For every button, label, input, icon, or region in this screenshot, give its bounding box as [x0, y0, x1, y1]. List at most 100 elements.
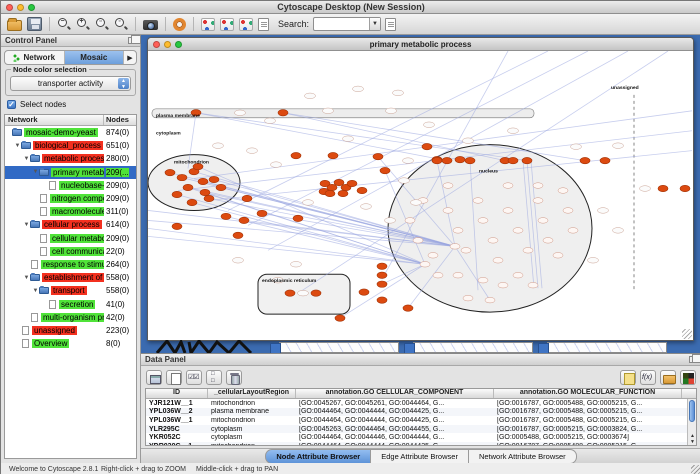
table-cell[interactable]: YDR039C__1 — [146, 443, 208, 445]
unselect-attributes-icon[interactable] — [206, 370, 222, 385]
tree-row[interactable]: ▼transport558(0) — [5, 284, 136, 297]
network-node[interactable] — [385, 218, 396, 224]
network-node[interactable] — [335, 315, 345, 321]
network-node[interactable] — [453, 228, 463, 234]
network-view-titlebar[interactable]: primary metabolic process — [148, 38, 693, 51]
network-node[interactable] — [311, 290, 321, 296]
network-node[interactable] — [298, 290, 309, 296]
search-dropdown-arrow[interactable]: ▼ — [369, 18, 380, 30]
table-cell[interactable]: YPL036W__1 — [146, 417, 208, 424]
network-node[interactable] — [303, 200, 314, 206]
table-cell[interactable]: [GO:0044464, GO:0044444, GO:0044425, G..… — [296, 417, 494, 424]
tree-row[interactable]: unassigned223(0) — [5, 324, 136, 337]
network-node[interactable] — [420, 261, 430, 267]
app-resize-grip[interactable] — [691, 465, 700, 474]
network-edge[interactable] — [196, 113, 527, 161]
network-node[interactable] — [247, 148, 258, 154]
network-node[interactable] — [377, 263, 387, 269]
table-cell[interactable]: YPL036W__2 — [146, 408, 208, 415]
heatmap-icon[interactable] — [680, 370, 696, 385]
tree-row[interactable]: ▼cellular process614(0) — [5, 218, 136, 231]
network-node[interactable] — [353, 86, 364, 92]
view-resize-grip[interactable] — [682, 329, 692, 339]
notes-icon[interactable] — [620, 370, 636, 385]
network-node[interactable] — [405, 218, 415, 224]
network-node[interactable] — [216, 184, 226, 190]
table-row[interactable]: YPL036W__1mitochondrion[GO:0044464, GO:0… — [146, 416, 696, 425]
network-node[interactable] — [478, 277, 488, 283]
network-node[interactable] — [640, 186, 651, 192]
search-options-icon[interactable] — [385, 18, 396, 31]
table-cell[interactable]: [GO:0045263, GO:0044464, GO:0044455, G..… — [296, 426, 494, 433]
network-node[interactable] — [563, 208, 573, 214]
network-node[interactable] — [334, 179, 344, 185]
network-node[interactable] — [278, 110, 288, 116]
network-node[interactable] — [323, 108, 334, 114]
import-table-icon[interactable] — [660, 370, 676, 385]
tree-row[interactable]: mosaic-demo-yeast874(0) — [5, 126, 136, 139]
network-node[interactable] — [613, 228, 624, 234]
network-node[interactable] — [305, 93, 316, 99]
zoom-selected-icon[interactable]: ▫ — [95, 17, 109, 31]
network-node[interactable] — [221, 213, 231, 219]
network-node[interactable] — [328, 152, 338, 158]
table-cell[interactable]: cytoplasm — [208, 426, 296, 433]
attribute-table-icon[interactable] — [146, 370, 162, 385]
network-node[interactable] — [450, 244, 460, 250]
network-node[interactable] — [338, 190, 348, 196]
network-node[interactable] — [498, 282, 508, 288]
select-attributes-icon[interactable] — [186, 370, 202, 385]
network-node[interactable] — [488, 238, 498, 244]
network-node[interactable] — [453, 272, 463, 278]
column-header-nodes[interactable]: Nodes — [104, 115, 136, 125]
table-cell[interactable]: [GO:0005488, GO:0005215, GO:0003674] — [494, 434, 682, 441]
network-node[interactable] — [533, 183, 543, 189]
tab-edge-attribute-browser[interactable]: Edge Attribute Browser — [371, 449, 469, 464]
network-node[interactable] — [291, 152, 301, 158]
table-cell[interactable]: YKR052C — [146, 434, 208, 441]
expander-icon[interactable]: ▼ — [14, 143, 21, 149]
table-cell[interactable]: YLR295C — [146, 426, 208, 433]
network-node[interactable] — [233, 257, 244, 263]
network-node[interactable] — [528, 282, 538, 288]
network-node[interactable] — [233, 232, 243, 238]
column-header-network[interactable]: Network — [5, 115, 104, 125]
network-node[interactable] — [513, 272, 523, 278]
table-row[interactable]: YPL036W__2plasma membrane[GO:0044464, GO… — [146, 408, 696, 417]
table-row[interactable]: YJR121W__1mitochondrion[GO:0045267, GO:0… — [146, 399, 696, 408]
network-node[interactable] — [172, 191, 182, 197]
network-node[interactable] — [403, 158, 414, 164]
table-row[interactable]: YLR295Ccytoplasm[GO:0045263, GO:0044464,… — [146, 425, 696, 434]
tab-network-attribute-browser[interactable]: Network Attribute Browser — [469, 449, 577, 464]
snapshot-icon[interactable] — [143, 20, 158, 30]
network-node[interactable] — [183, 184, 193, 190]
network-node[interactable] — [377, 297, 387, 303]
table-cell[interactable]: [GO:0045267, GO:0045261, GO:0044464, G..… — [296, 400, 494, 407]
table-cell[interactable]: mitochondrion — [208, 400, 296, 407]
network-node[interactable] — [377, 281, 387, 287]
network-node[interactable] — [413, 238, 423, 244]
tree-row[interactable]: Overview8(0) — [5, 337, 136, 350]
network-node[interactable] — [571, 144, 582, 150]
network-node[interactable] — [403, 305, 413, 311]
network-node[interactable] — [432, 157, 442, 163]
network-node[interactable] — [361, 204, 372, 210]
table-cell[interactable]: cytoplasm — [208, 434, 296, 441]
table-column-header[interactable]: ID — [146, 389, 208, 398]
network-node[interactable] — [325, 190, 335, 196]
network-node[interactable] — [543, 238, 553, 244]
delete-attribute-icon[interactable] — [226, 370, 242, 385]
network-node[interactable] — [600, 157, 610, 163]
network-node[interactable] — [478, 218, 488, 224]
network-node[interactable] — [485, 297, 495, 303]
annotation-network-icon[interactable] — [220, 18, 234, 31]
network-node[interactable] — [465, 157, 475, 163]
table-row[interactable]: YDR039C__1mitochondrion[GO:0044464, GO:0… — [146, 442, 696, 445]
network-node[interactable] — [411, 200, 422, 206]
tree-row[interactable]: response to stimulu264(0) — [5, 258, 136, 271]
network-node[interactable] — [347, 180, 357, 186]
network-node[interactable] — [522, 157, 532, 163]
network-node[interactable] — [357, 187, 367, 193]
network-node[interactable] — [242, 195, 252, 201]
tree-row[interactable]: multi-organism pro42(0) — [5, 311, 136, 324]
